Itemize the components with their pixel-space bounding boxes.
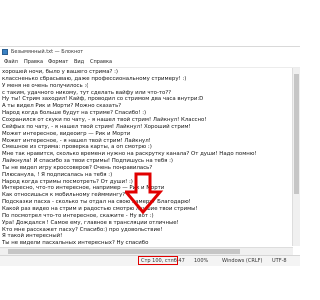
menu-view[interactable]: Вид	[74, 59, 84, 66]
cursor-position: Стр 100, стлб 47	[141, 258, 185, 264]
horizontal-scrollbar[interactable]	[0, 247, 293, 255]
notepad-icon	[2, 49, 8, 55]
zoom-level: 100%	[194, 258, 209, 264]
notepad-window: Безымянный.txt — Блокнот Файл Правка Фор…	[0, 46, 300, 266]
status-bar: Стр 100, стлб 47 100% Windows (CRLF) UTF…	[0, 255, 300, 266]
menu-edit[interactable]: Правка	[24, 59, 43, 66]
vertical-scrollbar[interactable]	[292, 68, 300, 246]
menu-file[interactable]: Файл	[4, 59, 18, 66]
line-ending: Windows (CRLF)	[222, 258, 263, 264]
horizontal-scroll-thumb[interactable]	[8, 249, 240, 254]
menu-help[interactable]: Справка	[90, 59, 112, 66]
vertical-scroll-thumb[interactable]	[294, 74, 299, 194]
title-bar: Безымянный.txt — Блокнот	[0, 47, 300, 57]
encoding: UTF-8	[272, 258, 287, 264]
window-title: Безымянный.txt — Блокнот	[11, 49, 84, 55]
menu-format[interactable]: Формат	[48, 59, 68, 66]
menu-bar: Файл Правка Формат Вид Справка	[0, 58, 300, 68]
red-arrow-annotation	[125, 172, 164, 215]
text-line: Ты не видели пасхальных интересных? Ну с…	[2, 240, 149, 246]
